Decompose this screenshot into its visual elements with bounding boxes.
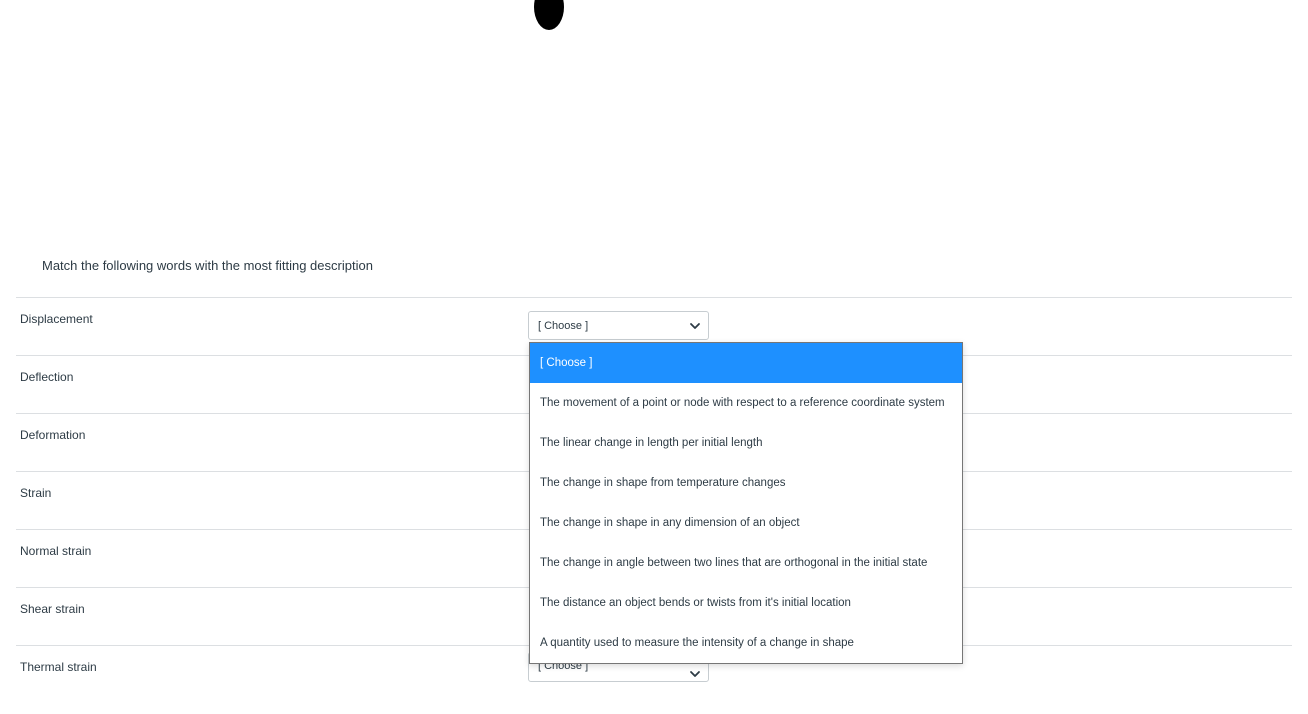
match-term: Thermal strain <box>20 660 97 674</box>
match-term: Deformation <box>20 428 86 442</box>
option-temperature-desc[interactable]: The change in shape from temperature cha… <box>530 463 962 503</box>
question-prompt: Match the following words with the most … <box>42 258 373 273</box>
match-term: Deflection <box>20 370 74 384</box>
option-choose[interactable]: [ Choose ] <box>530 343 962 383</box>
option-intensity-desc[interactable]: A quantity used to measure the intensity… <box>530 623 962 663</box>
quiz-page: Match the following words with the most … <box>0 0 1308 714</box>
option-angle-change-desc[interactable]: The change in angle between two lines th… <box>530 543 962 583</box>
match-term: Strain <box>20 486 52 500</box>
select-options-list: [ Choose ] The movement of a point or no… <box>529 342 963 664</box>
match-term: Displacement <box>20 312 93 326</box>
select-value: [ Choose ] <box>538 320 589 332</box>
black-circle-shape <box>534 0 564 30</box>
chevron-down-icon <box>690 671 700 677</box>
option-shape-change-desc[interactable]: The change in shape in any dimension of … <box>530 503 962 543</box>
option-bend-twist-desc[interactable]: The distance an object bends or twists f… <box>530 583 962 623</box>
option-displacement-desc[interactable]: The movement of a point or node with res… <box>530 383 962 423</box>
match-term: Normal strain <box>20 544 92 558</box>
option-linear-change-desc[interactable]: The linear change in length per initial … <box>530 423 962 463</box>
match-term: Shear strain <box>20 602 85 616</box>
chevron-down-icon <box>690 323 700 329</box>
match-select[interactable]: [ Choose ] <box>528 311 709 340</box>
